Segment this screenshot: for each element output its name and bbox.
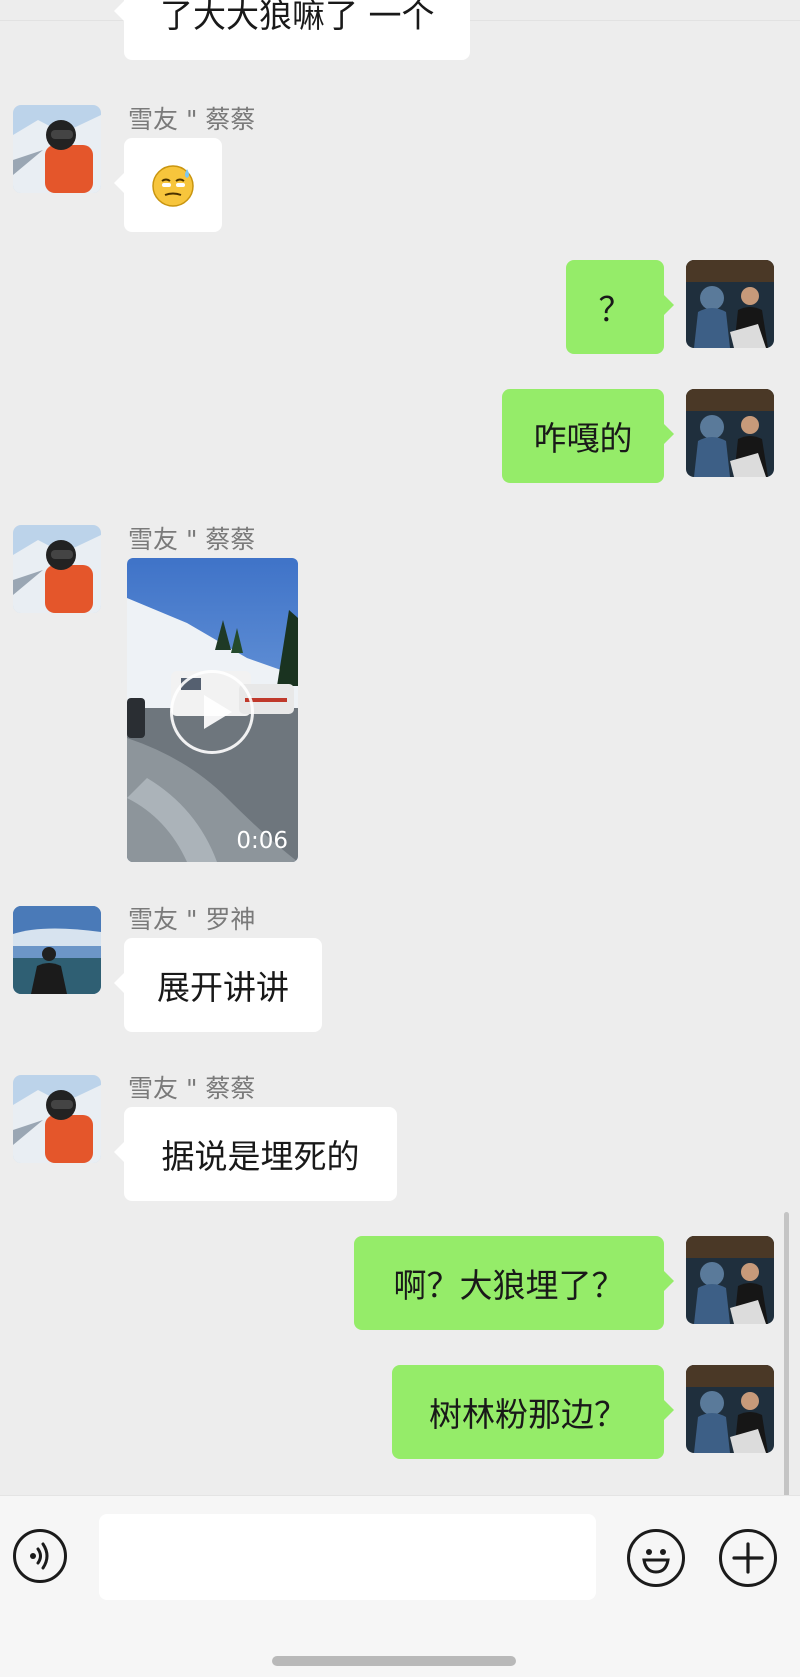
avatar-image [686,1236,774,1324]
sender-name: 雪友 " 蔡蔡 [128,105,256,134]
input-toolbar [0,1495,800,1677]
avatar-caicai[interactable] [13,105,101,193]
message-bubble-outgoing[interactable]: 树林粉那边？ [392,1365,674,1459]
scrollbar[interactable] [784,1212,789,1495]
message-input[interactable] [99,1514,596,1600]
message-bubble-emoji[interactable] [114,138,222,232]
avatar-self[interactable] [686,260,774,348]
sender-name: 雪友 " 蔡蔡 [128,1074,256,1103]
avatar-image [686,1365,774,1453]
video-message[interactable]: 0:06 [127,558,298,862]
sender-name: 雪友 " 蔡蔡 [128,525,256,554]
avatar-self[interactable] [686,1236,774,1324]
plus-icon [732,1542,764,1574]
message-text: ？ [598,290,632,329]
home-indicator[interactable] [272,1656,516,1666]
smiley-icon [642,1549,670,1574]
sweat-smile-emoji-icon [152,165,194,207]
voice-input-button[interactable] [13,1529,67,1583]
plus-button[interactable] [719,1529,777,1587]
message-text: 树林粉那边？ [429,1395,627,1434]
sender-name: 雪友 " 罗神 [128,905,256,934]
message-bubble-incoming[interactable]: 展开讲讲 [114,938,322,1032]
chat-area[interactable]: 了大大狼嘛了 一个 雪友 " 蔡蔡 ？ 咋嘎的 雪友 " 蔡蔡 0:06 雪友 … [0,0,800,1495]
avatar-image [686,389,774,477]
message-text: 据说是埋死的 [161,1137,360,1176]
message-bubble-outgoing[interactable]: ？ [566,260,674,354]
message-text: 展开讲讲 [157,968,289,1007]
avatar-image [13,525,101,613]
avatar-caicai[interactable] [13,1075,101,1163]
message-text: 咋嘎的 [533,419,633,458]
video-duration: 0:06 [236,828,288,854]
message-bubble-outgoing[interactable]: 咋嘎的 [502,389,674,483]
avatar-image [686,260,774,348]
message-text: 了大大狼嘛了 一个 [160,0,435,35]
avatar-caicai[interactable] [13,525,101,613]
emoji-button[interactable] [627,1529,685,1587]
message-bubble-incoming[interactable]: 据说是埋死的 [114,1107,397,1201]
avatar-self[interactable] [686,389,774,477]
avatar-self[interactable] [686,1365,774,1453]
voice-input-icon [30,1542,49,1570]
play-icon[interactable] [170,670,254,754]
avatar-image [13,906,101,994]
message-bubble-outgoing[interactable]: 啊？大狼埋了？ [354,1236,674,1330]
avatar-image [13,1075,101,1163]
message-text: 啊？大狼埋了？ [393,1266,625,1305]
avatar-luoshen[interactable] [13,906,101,994]
avatar-image [13,105,101,193]
message-bubble-partial[interactable]: 了大大狼嘛了 一个 [114,0,470,60]
